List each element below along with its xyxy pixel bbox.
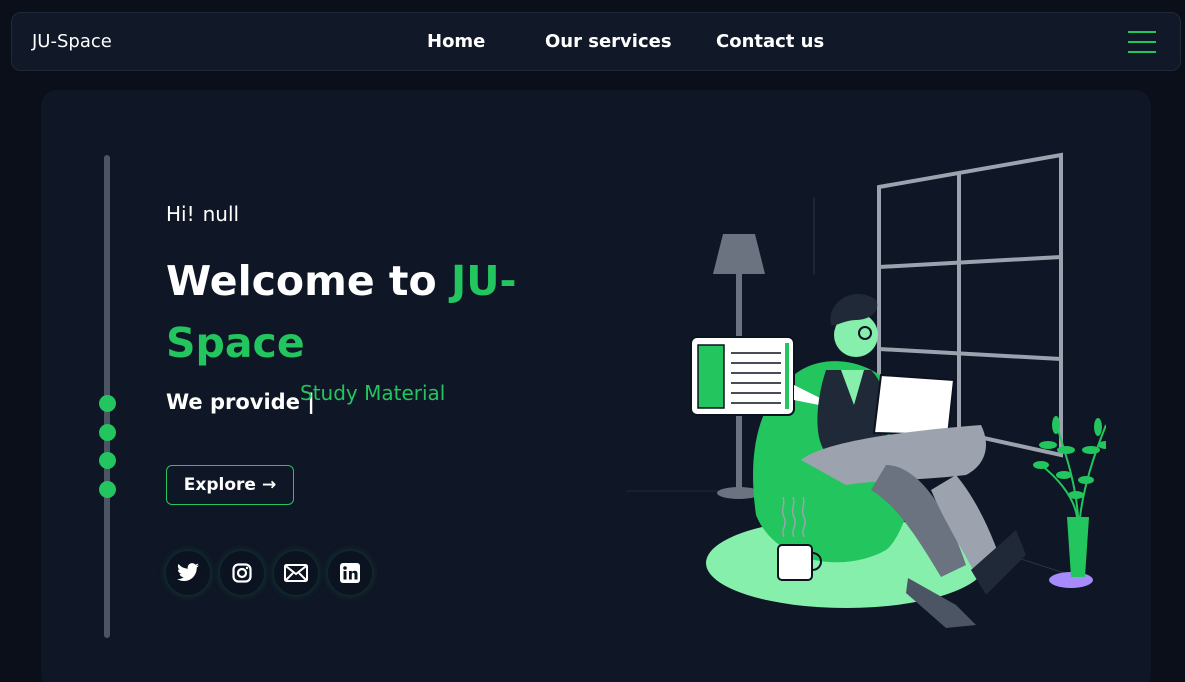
nav-link-contact-us[interactable]: Contact us bbox=[716, 31, 824, 52]
typed-text: Study Material bbox=[300, 381, 446, 405]
greeting-text: Hi! bbox=[166, 202, 195, 226]
provide-label: We provide | bbox=[166, 390, 315, 414]
nav-link-our-services[interactable]: Our services bbox=[545, 31, 672, 52]
mail-icon[interactable] bbox=[274, 551, 318, 595]
hero-illustration bbox=[626, 152, 1106, 628]
rail-dot[interactable] bbox=[99, 395, 116, 412]
username: null bbox=[202, 202, 240, 226]
twitter-icon[interactable] bbox=[166, 551, 210, 595]
explore-label: Explore bbox=[183, 475, 256, 495]
arrow-right-icon: → bbox=[261, 475, 277, 495]
rail-dot[interactable] bbox=[99, 424, 116, 441]
top-navbar: JU-Space Home Our services Contact us bbox=[11, 12, 1181, 71]
page-title: Welcome to JU-Space bbox=[166, 250, 526, 374]
hamburger-icon[interactable] bbox=[1128, 31, 1156, 53]
instagram-icon[interactable] bbox=[220, 551, 264, 595]
linkedin-icon[interactable] bbox=[328, 551, 372, 595]
rail-dot[interactable] bbox=[99, 481, 116, 498]
title-text: Welcome to bbox=[166, 257, 451, 305]
rail-dot[interactable] bbox=[99, 452, 116, 469]
hero-section: Hi! null Welcome to JU-Space We provide |… bbox=[41, 90, 1151, 682]
nav-link-home[interactable]: Home bbox=[427, 31, 485, 52]
greeting: Hi! null bbox=[166, 202, 247, 226]
explore-button[interactable]: Explore → bbox=[166, 465, 294, 505]
brand-logo[interactable]: JU-Space bbox=[32, 31, 112, 52]
